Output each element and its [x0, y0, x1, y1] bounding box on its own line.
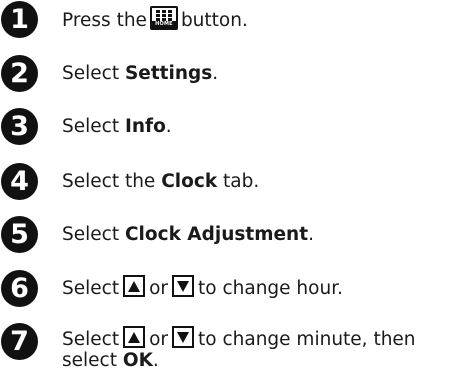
home-button-icon: HOME [149, 6, 178, 30]
up-arrow-icon [123, 275, 146, 297]
step-text-bold: OK [122, 350, 153, 371]
up-arrow-icon [123, 326, 146, 348]
step-text-after: . [212, 63, 219, 84]
step-number-badge: 2 [1, 55, 38, 92]
step-text-after: tab. [223, 171, 260, 192]
step-text: Press the HOME button. [62, 6, 248, 34]
down-arrow-icon [172, 326, 195, 348]
step-text-after: to change minute, then [198, 329, 416, 350]
step-text-bold: Clock Adjustment [124, 224, 309, 245]
step-text: Select Info. [62, 113, 172, 140]
step-number-badge: 1 [1, 1, 38, 38]
down-arrow-icon [172, 275, 195, 297]
step-text-before: Press the [62, 10, 147, 31]
step-number-badge: 6 [1, 270, 38, 307]
step-text-after: . [308, 224, 314, 245]
step-text: Select or to change hour. [62, 275, 343, 302]
step-text-line2: select OK. [62, 347, 159, 374]
step-text-before: Select [62, 278, 120, 299]
step-text: Select Settings. [62, 60, 218, 87]
step-text-before: Select [62, 63, 120, 84]
step-text-bold: Clock [161, 171, 218, 192]
step-text-bold: Settings [124, 63, 213, 84]
step-text: Select the Clock tab. [62, 168, 259, 195]
step-text-after: button. [180, 10, 248, 31]
step-text: Select Clock Adjustment. [62, 221, 314, 248]
step-text-before: Select [62, 116, 120, 137]
step-text-after: . [152, 350, 159, 371]
step-text-before: select [62, 350, 117, 371]
step-text-after: . [165, 116, 172, 137]
step-number-badge: 4 [1, 163, 38, 200]
step-text-before: Select [62, 224, 120, 245]
step-number-badge: 3 [1, 108, 38, 145]
step-text-middle: or [149, 278, 169, 299]
step-text-bold: Info [124, 116, 166, 137]
step-number-badge: 5 [1, 216, 38, 253]
step-text-after: to change hour. [198, 278, 343, 299]
step-text-before: Select the [62, 171, 156, 192]
step-number-badge: 7 [1, 323, 38, 360]
home-button-label: HOME [151, 21, 176, 28]
